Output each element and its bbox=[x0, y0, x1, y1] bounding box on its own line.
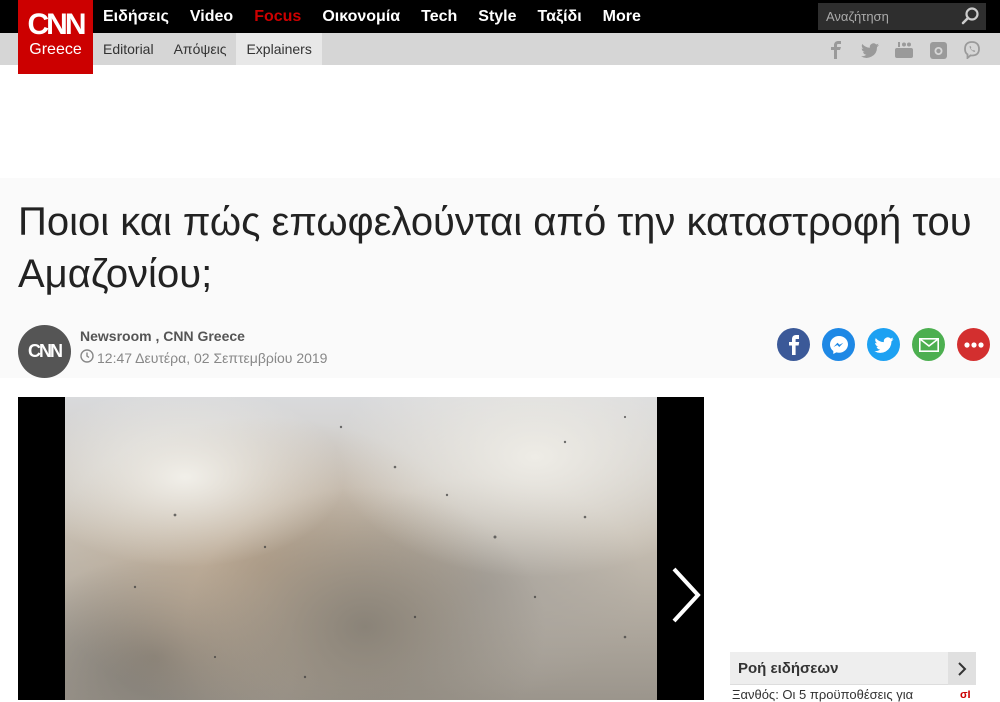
social-links bbox=[826, 40, 982, 60]
search-input[interactable] bbox=[818, 3, 958, 30]
nav-item-style[interactable]: Style bbox=[478, 0, 516, 33]
nav-item-tech[interactable]: Tech bbox=[421, 0, 457, 33]
clock-icon bbox=[80, 349, 94, 366]
search-icon[interactable] bbox=[960, 6, 980, 30]
email-icon bbox=[918, 337, 939, 352]
chevron-right-icon bbox=[958, 661, 967, 676]
news-feed-header: Ροή ειδήσεων bbox=[730, 652, 976, 685]
search-box bbox=[818, 3, 986, 30]
share-twitter-button[interactable] bbox=[867, 328, 900, 361]
news-feed-title: Ροή ειδήσεων bbox=[738, 660, 839, 677]
more-dots-icon bbox=[963, 341, 984, 348]
share-email-button[interactable] bbox=[912, 328, 945, 361]
nav-item-focus[interactable]: Focus bbox=[254, 0, 301, 33]
nav-item-news[interactable]: Ειδήσεις bbox=[103, 0, 169, 33]
twitter-icon[interactable] bbox=[860, 40, 880, 60]
article-date-row: 12:47 Δευτέρα, 02 Σεπτεμβρίου 2019 bbox=[80, 349, 327, 366]
gallery-next-arrow[interactable] bbox=[668, 565, 704, 629]
instagram-icon[interactable] bbox=[928, 40, 948, 60]
share-buttons bbox=[777, 328, 990, 361]
share-messenger-button[interactable] bbox=[822, 328, 855, 361]
article-title: Ποιοι και πώς επωφελούνται από την κατασ… bbox=[18, 200, 972, 296]
article-date: 12:47 Δευτέρα, 02 Σεπτεμβρίου 2019 bbox=[97, 349, 328, 366]
article-author[interactable]: Newsroom , CNN Greece bbox=[80, 328, 245, 344]
share-more-button[interactable] bbox=[957, 328, 990, 361]
news-feed-next-button[interactable] bbox=[948, 652, 976, 685]
news-feed-item-badge: σΙ bbox=[960, 689, 971, 701]
twitter-icon bbox=[873, 336, 894, 353]
nav-item-video[interactable]: Video bbox=[190, 0, 233, 33]
viber-icon[interactable] bbox=[962, 40, 982, 60]
nav-item-economy[interactable]: Οικονομία bbox=[322, 0, 400, 33]
messenger-icon bbox=[829, 335, 848, 354]
subnav-item-editorial[interactable]: Editorial bbox=[93, 33, 164, 65]
subnav-item-explainers[interactable]: Explainers bbox=[236, 33, 322, 65]
subnav-item-opinions[interactable]: Απόψεις bbox=[164, 33, 237, 65]
nav-item-more[interactable]: More bbox=[603, 0, 641, 33]
share-facebook-button[interactable] bbox=[777, 328, 810, 361]
author-avatar[interactable]: CNN bbox=[18, 325, 71, 378]
facebook-icon[interactable] bbox=[826, 40, 846, 60]
logo-subtitle: Greece bbox=[29, 41, 82, 58]
youtube-icon[interactable] bbox=[894, 40, 914, 60]
sub-nav: Editorial Απόψεις Explainers bbox=[93, 33, 322, 65]
hero-image-gallery[interactable] bbox=[18, 397, 704, 700]
main-nav: Ειδήσεις Video Focus Οικονομία Tech Styl… bbox=[103, 0, 662, 33]
amazon-fire-smoke-photo bbox=[65, 397, 657, 700]
logo-brand: CNN bbox=[27, 8, 87, 41]
nav-item-travel[interactable]: Ταξίδι bbox=[538, 0, 582, 33]
cnn-greece-logo[interactable]: CNN Greece bbox=[18, 0, 93, 74]
facebook-icon bbox=[788, 334, 799, 355]
